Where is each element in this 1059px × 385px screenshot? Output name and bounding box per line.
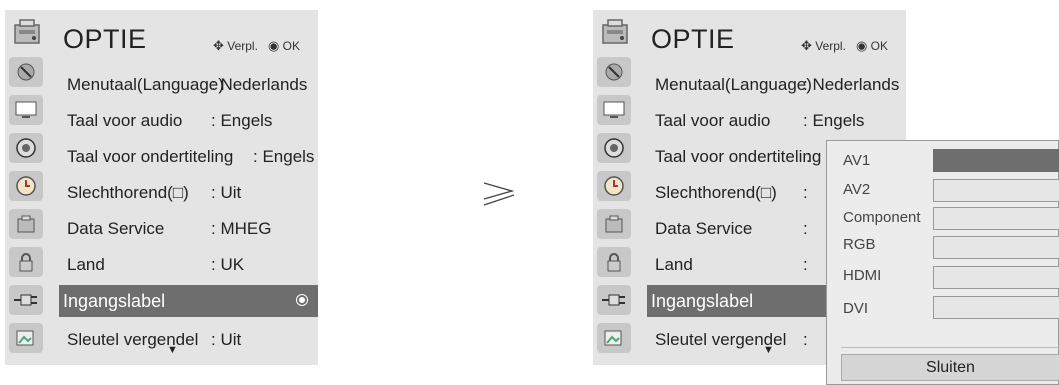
popup-item-component[interactable]: Component	[843, 209, 921, 226]
menu-header: OPTIE ✥ Verpl. ◉ OK	[5, 10, 318, 57]
menu-row-hard-of-hearing[interactable]: Slechthorend(□) : Uit	[63, 175, 318, 211]
popup-field-av2[interactable]	[933, 179, 1059, 202]
sidebar	[593, 57, 637, 365]
row-value: : Uit	[211, 183, 242, 202]
speaker-icon[interactable]	[9, 133, 43, 163]
row-value: : MHEG	[211, 219, 272, 238]
radio-selected-icon	[296, 294, 308, 306]
popup-item-dvi[interactable]: DVI	[843, 300, 868, 317]
nav-hint: ✥ Verpl. ◉ OK	[801, 38, 888, 54]
speaker-icon[interactable]	[597, 133, 631, 163]
ok-dot-icon: ◉	[267, 38, 280, 53]
option-menu-left: OPTIE ✥ Verpl. ◉ OK Menutaal(Language): …	[5, 10, 318, 365]
option-icon[interactable]	[9, 209, 43, 239]
plug-icon[interactable]	[597, 285, 631, 315]
menu-row-key-lock[interactable]: Sleutel vergendel : Uit	[63, 322, 318, 358]
row-label: Land	[655, 255, 693, 274]
popup-field-dvi[interactable]	[933, 296, 1059, 319]
row-value: : Nederlands	[803, 75, 900, 94]
menu-row-input-label[interactable]: Ingangslabel	[647, 285, 826, 317]
popup-field-av1[interactable]	[933, 149, 1059, 172]
lock-icon[interactable]	[9, 247, 43, 277]
row-value: : UK	[211, 255, 245, 274]
picture-icon[interactable]	[9, 323, 43, 353]
row-value: :	[806, 147, 811, 166]
close-button[interactable]: Sluiten	[841, 354, 1059, 381]
clock-icon[interactable]	[597, 171, 631, 201]
menu-title: OPTIE	[63, 24, 147, 54]
row-label: Sleutel vergendel	[67, 330, 199, 349]
row-value: : Engels	[253, 147, 315, 166]
menu-row-language[interactable]: Menutaal(Language): Nederlands	[63, 67, 318, 103]
scroll-down-icon[interactable]: ▼	[763, 344, 774, 356]
row-value: : Uit	[211, 330, 242, 349]
popup-item-av1[interactable]: AV1	[843, 152, 870, 169]
row-value: :	[803, 330, 808, 349]
popup-item-av2[interactable]: AV2	[843, 181, 870, 198]
popup-field-component[interactable]	[933, 207, 1059, 230]
sidebar	[5, 57, 49, 365]
hint-ok-label: OK	[870, 39, 888, 53]
lock-icon[interactable]	[597, 247, 631, 277]
option-icon	[14, 19, 40, 44]
picture-icon[interactable]	[597, 323, 631, 353]
menu-row-subtitle-language[interactable]: Taal voor ondertiteling : Engels	[63, 139, 318, 175]
monitor-icon[interactable]	[9, 95, 43, 125]
row-label: Data Service	[67, 219, 165, 238]
row-label: Slechthorend(□)	[67, 183, 189, 202]
menu-header: OPTIE ✥ Verpl. ◉ OK	[593, 10, 906, 57]
row-value: :	[803, 183, 808, 202]
row-value: : Engels	[803, 111, 865, 130]
row-value: :	[803, 219, 808, 238]
row-label: Data Service	[655, 219, 753, 238]
nav-hint: ✥ Verpl. ◉ OK	[213, 38, 300, 54]
menu-title: OPTIE	[651, 24, 735, 54]
menu-row-language[interactable]: Menutaal(Language): Nederlands	[651, 67, 906, 103]
row-label: Land	[67, 255, 105, 274]
popup-field-hdmi[interactable]	[933, 266, 1059, 289]
hint-move-label: Verpl.	[815, 39, 846, 53]
move-arrows-icon: ✥	[801, 38, 812, 53]
row-label: Taal voor ondertiteling	[67, 147, 234, 166]
menu-row-input-label[interactable]: Ingangslabel	[59, 285, 318, 317]
popup-item-rgb[interactable]: RGB	[843, 236, 876, 253]
row-label: Menutaal(Language)	[67, 75, 224, 94]
row-label: Ingangslabel	[651, 291, 754, 311]
row-label: Taal voor ondertiteling	[655, 147, 822, 166]
row-label: Taal voor audio	[67, 111, 183, 130]
menu-row-audio-language[interactable]: Taal voor audio : Engels	[651, 103, 906, 139]
move-arrows-icon: ✥	[213, 38, 224, 53]
option-icon	[602, 19, 628, 44]
ok-dot-icon: ◉	[855, 38, 868, 53]
option-icon[interactable]	[597, 209, 631, 239]
popup-field-rgb[interactable]	[933, 236, 1059, 259]
hint-move-label: Verpl.	[227, 39, 258, 53]
menu-row-data-service[interactable]: Data Service : MHEG	[63, 211, 318, 247]
row-value: :	[803, 255, 808, 274]
row-value: : Nederlands	[211, 75, 308, 94]
input-label-popup: AV1 AV2 Component RGB HDMI DVI Sluiten	[826, 140, 1059, 385]
monitor-icon[interactable]	[597, 95, 631, 125]
row-label: Menutaal(Language)	[655, 75, 812, 94]
hint-ok-label: OK	[282, 39, 300, 53]
clock-icon[interactable]	[9, 171, 43, 201]
popup-divider	[841, 347, 1059, 348]
menu-row-country[interactable]: Land : UK	[63, 247, 318, 283]
step-arrow-icon	[483, 182, 515, 206]
scroll-down-icon[interactable]: ▼	[167, 344, 178, 356]
satellite-icon[interactable]	[9, 57, 43, 87]
satellite-icon[interactable]	[597, 57, 631, 87]
menu-row-audio-language[interactable]: Taal voor audio : Engels	[63, 103, 318, 139]
popup-item-hdmi[interactable]: HDMI	[843, 267, 881, 284]
row-label: Ingangslabel	[63, 291, 166, 311]
plug-icon[interactable]	[9, 285, 43, 315]
row-value: : Engels	[211, 111, 273, 130]
row-label: Taal voor audio	[655, 111, 771, 130]
row-label: Slechthorend(□)	[655, 183, 777, 202]
